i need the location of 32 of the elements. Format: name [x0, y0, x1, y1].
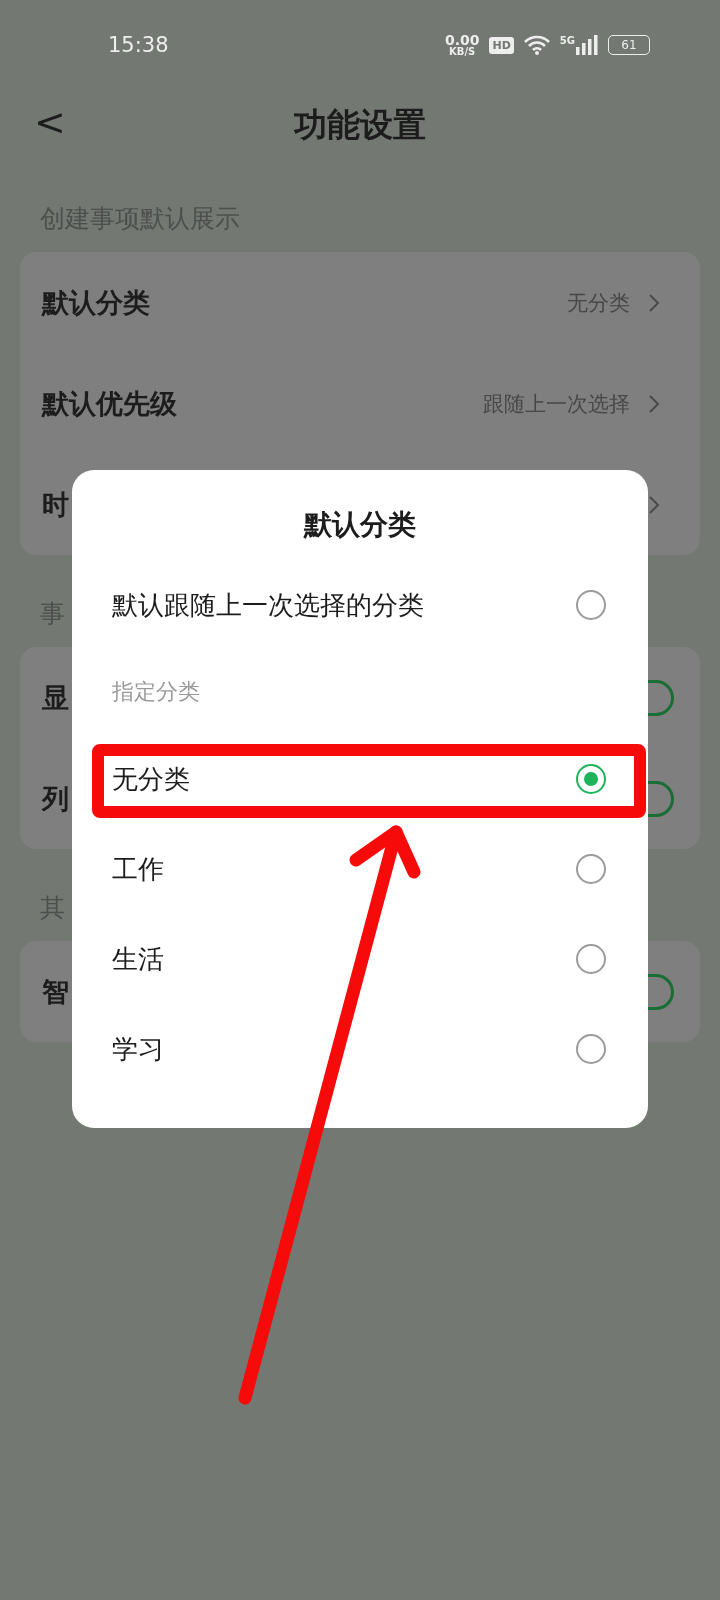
network-speed-unit: KB/S: [449, 47, 476, 57]
radio-button[interactable]: [576, 1034, 606, 1064]
battery-icon: 61: [608, 35, 650, 55]
setting-label[interactable]: 智: [42, 973, 69, 1010]
chevron-icon: [648, 494, 660, 515]
setting-label[interactable]: 默认分类: [42, 284, 150, 321]
back-button[interactable]: <: [34, 100, 66, 144]
page-title: 功能设置: [294, 103, 426, 146]
option-label[interactable]: 工作: [112, 851, 164, 887]
status-time: 15:38: [108, 33, 169, 57]
dialog-title: 默认分类: [302, 507, 417, 543]
hd-badge: HD: [489, 36, 514, 54]
setting-label[interactable]: 显: [42, 679, 69, 716]
radio-button[interactable]: [576, 854, 606, 884]
setting-value: 无分类: [567, 289, 630, 317]
wifi-icon: [523, 35, 550, 55]
network-type: 5G: [559, 35, 575, 46]
dialog-subheader: 指定分类: [112, 678, 200, 706]
chevron-icon: [648, 292, 660, 313]
radio-button[interactable]: [576, 764, 606, 794]
option-label[interactable]: 生活: [112, 941, 164, 977]
setting-label[interactable]: 时: [42, 486, 69, 523]
setting-label[interactable]: 默认优先级: [42, 385, 177, 422]
setting-label[interactable]: 列: [42, 780, 69, 817]
radio-button[interactable]: [576, 590, 606, 620]
option-label[interactable]: 学习: [112, 1031, 164, 1067]
chevron-icon: [648, 393, 660, 414]
signal-icon: [576, 35, 598, 55]
option-label[interactable]: 默认跟随上一次选择的分类: [112, 587, 424, 623]
network-speed: 0.00: [444, 33, 480, 47]
radio-button[interactable]: [576, 944, 606, 974]
option-label[interactable]: 无分类: [112, 761, 190, 797]
